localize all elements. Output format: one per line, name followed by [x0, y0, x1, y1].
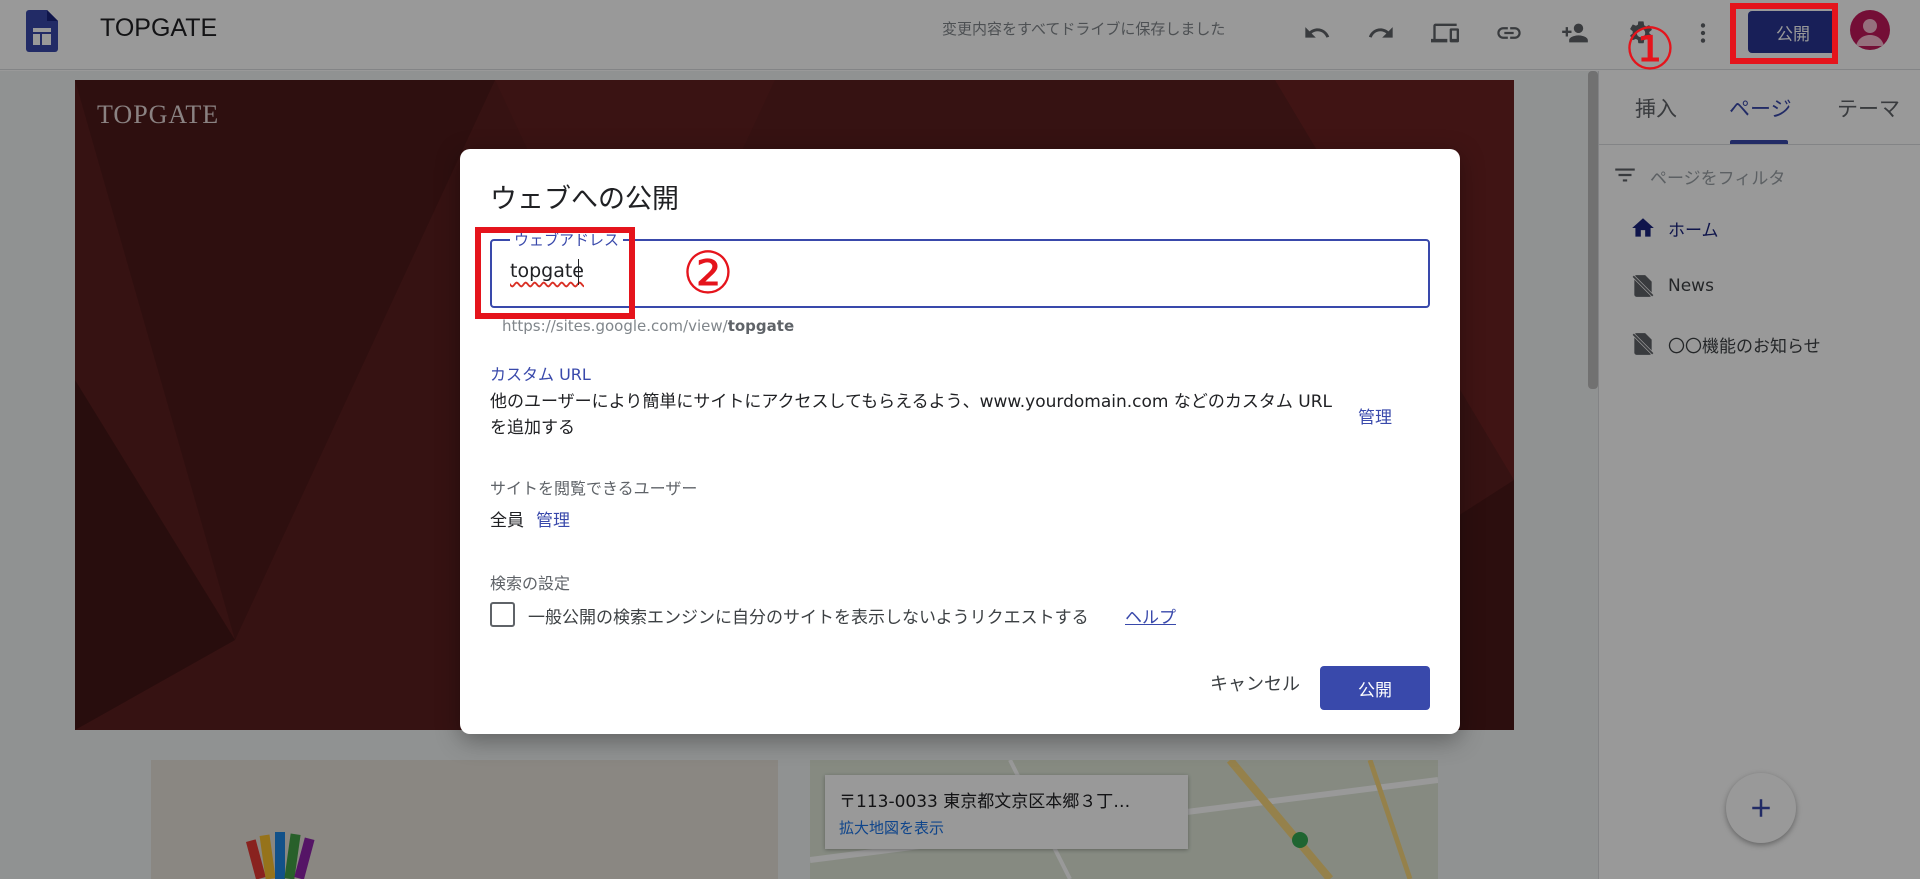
viewers-heading: サイトを閲覧できるユーザー: [490, 479, 698, 498]
custom-url-manage-link[interactable]: 管理: [1358, 403, 1392, 428]
help-link[interactable]: ヘルプ: [1125, 603, 1176, 628]
annotation-box-2: [475, 227, 635, 319]
dialog-title: ウェブへの公開: [490, 184, 679, 214]
cancel-button[interactable]: キャンセル: [1200, 661, 1310, 705]
search-engine-checkbox[interactable]: [490, 602, 515, 627]
search-engine-checkbox-label[interactable]: 一般公開の検索エンジンに自分のサイトを表示しないようリクエストする: [528, 603, 1089, 628]
annotation-box-1: [1730, 3, 1838, 64]
custom-url-heading: カスタム URL: [490, 365, 591, 384]
viewers-manage-link[interactable]: 管理: [536, 506, 570, 531]
search-settings-heading: 検索の設定: [490, 574, 571, 593]
publish-button[interactable]: 公開: [1320, 666, 1430, 710]
custom-url-description: 他のユーザーにより簡単にサイトにアクセスしてもらえるよう、www.yourdom…: [490, 392, 1332, 438]
url-preview: https://sites.google.com/view/topgate: [502, 317, 795, 335]
annotation-step-2: ②: [682, 239, 734, 307]
annotation-step-1: ①: [1624, 15, 1676, 83]
viewers-value: 全員: [490, 511, 524, 531]
